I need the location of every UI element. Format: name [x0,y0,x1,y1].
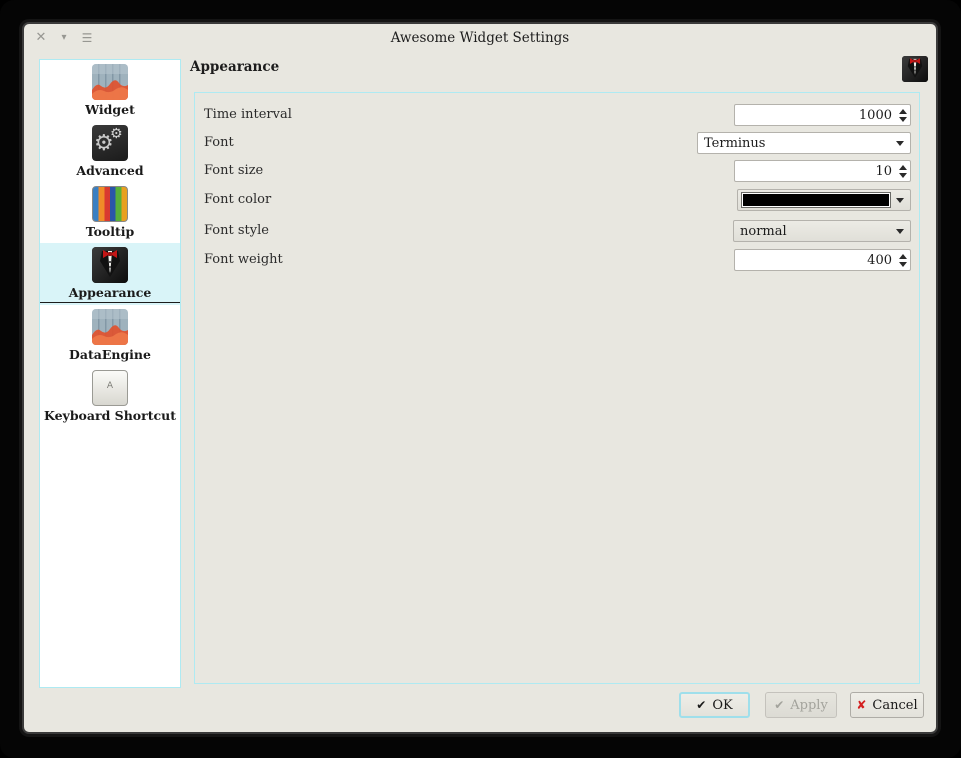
ok-button[interactable]: ✔ OK [679,692,750,718]
area-chart-icon [92,309,128,345]
font-style-combobox[interactable]: normal [733,220,911,242]
chevron-down-icon[interactable] [890,229,910,234]
sidebar-item-label: Tooltip [40,224,180,241]
font-size-spinbox[interactable]: 10 [734,160,911,182]
appearance-form: Time interval 1000 Font Terminus Font si… [194,92,920,684]
font-weight-spinbox[interactable]: 400 [734,249,911,271]
font-color-picker[interactable] [737,189,911,211]
sidebar-item-label: Keyboard Shortcut [40,408,180,425]
field-label: Font color [204,192,271,207]
apply-button[interactable]: ✔ Apply [765,692,837,718]
sidebar-item-label: Appearance [40,285,180,303]
cancel-button[interactable]: ✘ Cancel [850,692,924,718]
chevron-down-icon[interactable] [890,198,910,203]
spinner-arrows-icon[interactable] [896,105,910,125]
gears-icon: ⚙⚙ [92,125,128,161]
sidebar-item-widget[interactable]: Widget [40,60,180,121]
field-label: Font size [204,163,263,178]
form-row-time-interval: Time interval 1000 [195,104,919,126]
field-label: Time interval [204,107,292,122]
form-row-font-style: Font style normal [195,220,919,242]
keyboard-key-icon: A [92,370,128,406]
cross-icon: ✘ [856,698,866,712]
checkmark-icon: ✔ [696,698,706,712]
color-stripes-icon [92,186,128,222]
page-title: Appearance [190,59,279,75]
font-combobox[interactable]: Terminus [697,132,911,154]
spinner-arrows-icon[interactable] [896,161,910,181]
sidebar-item-label: Widget [40,102,180,119]
form-row-font-size: Font size 10 [195,160,919,182]
tuxedo-icon [92,247,128,283]
sidebar-item-tooltip[interactable]: Tooltip [40,182,180,243]
spinbox-value[interactable]: 400 [735,253,896,268]
spinner-arrows-icon[interactable] [896,250,910,270]
sidebar-item-label: Advanced [40,163,180,180]
sidebar-item-label: DataEngine [40,347,180,364]
form-row-font-weight: Font weight 400 [195,249,919,271]
title-bar[interactable]: ✕ ▾ ☰ Awesome Widget Settings [24,24,936,52]
field-label: Font style [204,223,269,238]
area-chart-icon [92,64,128,100]
settings-window: ✕ ▾ ☰ Awesome Widget Settings Widget ⚙⚙ … [22,22,938,734]
screen-background: ✕ ▾ ☰ Awesome Widget Settings Widget ⚙⚙ … [0,0,961,758]
field-label: Font weight [204,252,283,267]
category-sidebar: Widget ⚙⚙ Advanced Tooltip Appearance [39,59,181,688]
sidebar-item-keyboard-shortcut[interactable]: A Keyboard Shortcut [40,366,180,427]
cancel-button-label: Cancel [872,698,917,713]
window-title: Awesome Widget Settings [24,30,936,46]
chevron-down-icon[interactable] [890,141,910,146]
spinbox-value[interactable]: 10 [735,164,896,179]
tuxedo-icon [902,56,928,82]
time-interval-spinbox[interactable]: 1000 [734,104,911,126]
checkmark-icon: ✔ [774,698,784,712]
spinbox-value[interactable]: 1000 [735,108,896,123]
apply-button-label: Apply [790,698,828,713]
form-row-font: Font Terminus [195,132,919,154]
sidebar-item-advanced[interactable]: ⚙⚙ Advanced [40,121,180,182]
field-label: Font [204,135,234,150]
sidebar-item-appearance[interactable]: Appearance [40,243,180,305]
form-row-font-color: Font color [195,189,919,211]
ok-button-label: OK [712,698,732,713]
color-swatch[interactable] [742,193,890,207]
dialog-button-bar: ✔ OK ✔ Apply ✘ Cancel [24,692,936,718]
combobox-value[interactable]: normal [734,224,890,239]
combobox-value[interactable]: Terminus [698,136,890,151]
sidebar-item-dataengine[interactable]: DataEngine [40,305,180,366]
